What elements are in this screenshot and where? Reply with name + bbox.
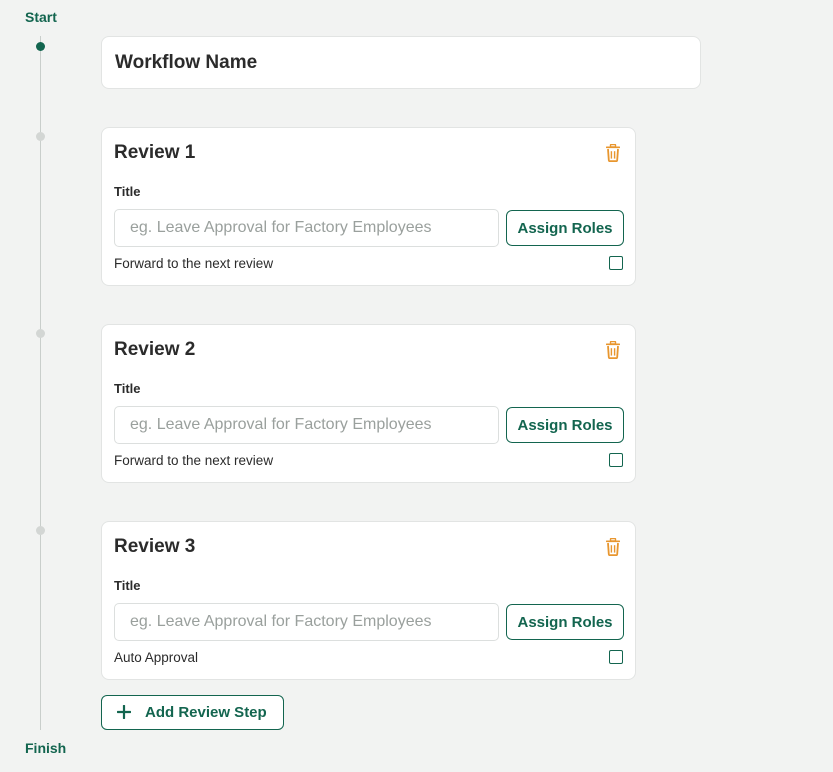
workflow-name[interactable]: Workflow Name bbox=[115, 52, 257, 74]
trash-icon[interactable] bbox=[605, 144, 621, 162]
assign-roles-button[interactable]: Assign Roles bbox=[506, 210, 624, 246]
title-field-label: Title bbox=[114, 184, 141, 199]
timeline-dot-review-3 bbox=[36, 526, 45, 535]
auto-approval-checkbox-label: Auto Approval bbox=[114, 650, 199, 665]
auto-approval-checkbox[interactable] bbox=[609, 650, 623, 664]
trash-icon[interactable] bbox=[605, 538, 621, 556]
review-title-input[interactable] bbox=[114, 406, 499, 444]
review-title: Review 2 bbox=[114, 339, 196, 360]
title-field-label: Title bbox=[114, 578, 141, 593]
timeline-dot-review-1 bbox=[36, 132, 45, 141]
workflow-name-card[interactable]: Workflow Name bbox=[101, 36, 701, 89]
timeline-dot-start bbox=[36, 42, 45, 51]
review-title-input[interactable] bbox=[114, 603, 499, 641]
review-card-1: Review 1 Title Assign Roles Forward to t… bbox=[101, 127, 636, 286]
review-title: Review 3 bbox=[114, 536, 196, 557]
assign-roles-button[interactable]: Assign Roles bbox=[506, 407, 624, 443]
forward-checkbox[interactable] bbox=[609, 256, 623, 270]
timeline-finish-label: Finish bbox=[25, 740, 67, 756]
timeline-dot-review-2 bbox=[36, 329, 45, 338]
forward-checkbox-label: Forward to the next review bbox=[114, 256, 274, 271]
review-card-2: Review 2 Title Assign Roles Forward to t… bbox=[101, 324, 636, 483]
add-review-step-button[interactable]: Add Review Step bbox=[101, 695, 284, 730]
timeline-start-label: Start bbox=[25, 9, 57, 25]
add-review-step-label: Add Review Step bbox=[145, 704, 267, 721]
title-field-label: Title bbox=[114, 381, 141, 396]
review-card-3: Review 3 Title Assign Roles Auto Approva… bbox=[101, 521, 636, 680]
review-title: Review 1 bbox=[114, 142, 196, 163]
review-title-input[interactable] bbox=[114, 209, 499, 247]
assign-roles-button[interactable]: Assign Roles bbox=[506, 604, 624, 640]
trash-icon[interactable] bbox=[605, 341, 621, 359]
forward-checkbox-label: Forward to the next review bbox=[114, 453, 274, 468]
plus-icon bbox=[117, 705, 131, 719]
forward-checkbox[interactable] bbox=[609, 453, 623, 467]
